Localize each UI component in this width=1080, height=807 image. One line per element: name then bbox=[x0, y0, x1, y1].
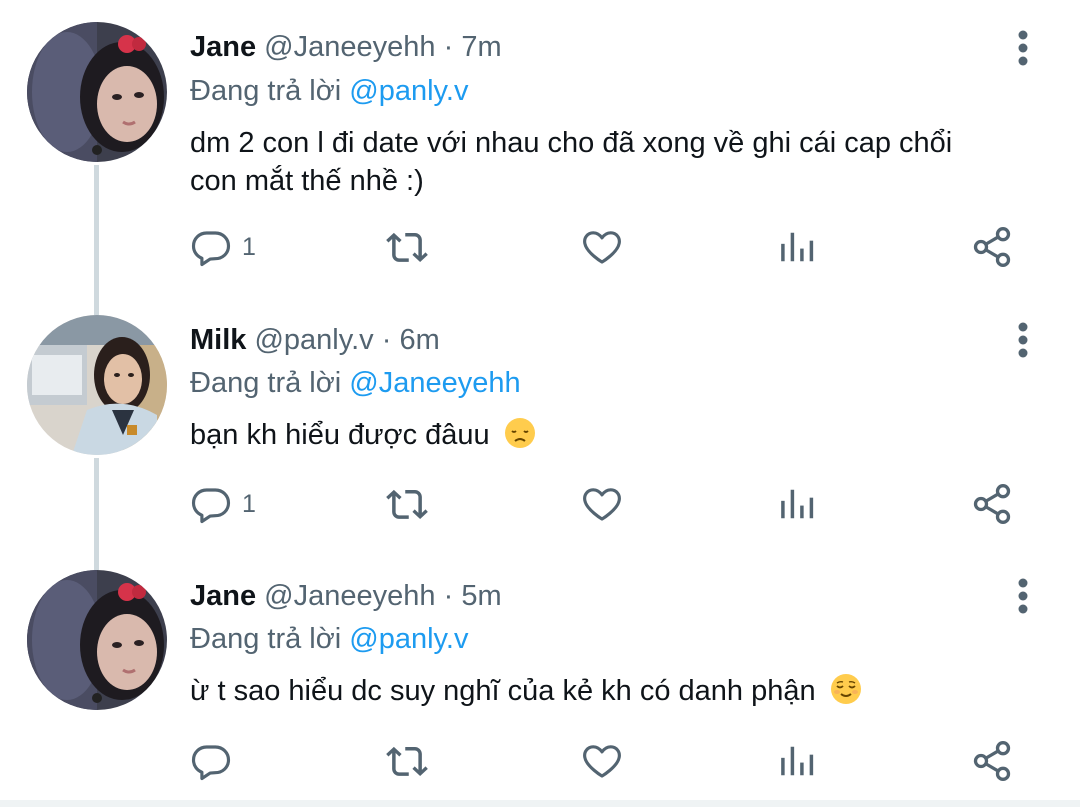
more-options-button[interactable] bbox=[1008, 576, 1038, 616]
retweet-icon bbox=[386, 746, 428, 777]
tweet-header: Jane @Janeeyehh · 5m bbox=[190, 579, 502, 613]
disappointed-face-emoji bbox=[504, 418, 535, 448]
tweet-text: dm 2 con l đi date với nhau cho đã xong … bbox=[190, 124, 1020, 200]
tweet-header: Milk @panly.v · 6m bbox=[190, 323, 440, 357]
timestamp[interactable]: 6m bbox=[399, 324, 439, 356]
share-button[interactable] bbox=[970, 222, 1014, 272]
timestamp[interactable]: 5m bbox=[461, 580, 501, 612]
relieved-face-emoji bbox=[830, 674, 861, 704]
avatar[interactable] bbox=[27, 22, 167, 162]
reply-icon bbox=[191, 488, 231, 524]
share-button[interactable] bbox=[970, 736, 1014, 786]
mention-link[interactable]: @panly.v bbox=[349, 75, 468, 107]
user-handle[interactable]: @Janeeyehh bbox=[264, 31, 435, 63]
mention-link[interactable]: @Janeeyehh bbox=[349, 367, 520, 399]
tweet[interactable]: Jane @Janeeyehh · 5m Đang trả lời @panly… bbox=[0, 560, 1080, 800]
separator-dot: · bbox=[443, 31, 454, 63]
retweet-button[interactable] bbox=[384, 479, 430, 529]
more-options-button[interactable] bbox=[1008, 28, 1038, 68]
views-button[interactable] bbox=[778, 736, 816, 786]
reply-button[interactable] bbox=[190, 736, 242, 786]
more-icon bbox=[1018, 578, 1028, 614]
share-icon bbox=[973, 741, 1011, 781]
divider bbox=[0, 800, 1080, 807]
tweet-text-line: dm 2 con l đi date với nhau cho đã xong … bbox=[190, 127, 953, 159]
retweet-button[interactable] bbox=[384, 736, 430, 786]
user-handle[interactable]: @panly.v bbox=[254, 324, 373, 356]
views-icon bbox=[781, 489, 814, 519]
reply-icon bbox=[191, 745, 231, 781]
reply-count: 1 bbox=[242, 489, 256, 518]
tweet[interactable]: Milk @panly.v · 6m Đang trả lời @Janeeye… bbox=[0, 300, 1080, 560]
replying-to: Đang trả lời @Janeeyehh bbox=[190, 366, 521, 400]
like-icon bbox=[583, 231, 621, 264]
tweet-text-line: con mắt thế nhề :) bbox=[190, 165, 424, 197]
replying-prefix: Đang trả lời bbox=[190, 623, 342, 655]
share-button[interactable] bbox=[970, 479, 1014, 529]
views-button[interactable] bbox=[778, 222, 816, 272]
retweet-icon bbox=[386, 232, 428, 263]
views-button[interactable] bbox=[778, 479, 816, 529]
action-bar: 1 bbox=[0, 479, 1080, 529]
tweet-text-line: bạn kh hiểu được đâuu bbox=[190, 419, 490, 451]
tweet-text: bạn kh hiểu được đâuu bbox=[190, 416, 1020, 454]
action-bar: 1 bbox=[0, 222, 1080, 272]
retweet-button[interactable] bbox=[384, 222, 430, 272]
views-icon bbox=[781, 232, 814, 262]
tweet[interactable]: Jane @Janeeyehh · 7m Đang trả lời @panly… bbox=[0, 0, 1080, 300]
tweet-text-line: ừ t sao hiểu dc suy nghĩ của kẻ kh có da… bbox=[190, 675, 816, 707]
action-bar bbox=[0, 736, 1080, 786]
separator-dot: · bbox=[443, 580, 454, 612]
separator-dot: · bbox=[381, 324, 392, 356]
tweet-text: ừ t sao hiểu dc suy nghĩ của kẻ kh có da… bbox=[190, 672, 1020, 710]
mention-link[interactable]: @panly.v bbox=[349, 623, 468, 655]
like-button[interactable] bbox=[580, 222, 624, 272]
like-icon bbox=[583, 745, 621, 778]
display-name[interactable]: Jane bbox=[190, 31, 256, 63]
display-name[interactable]: Jane bbox=[190, 580, 256, 612]
reply-icon bbox=[191, 231, 231, 267]
more-options-button[interactable] bbox=[1008, 320, 1038, 360]
reply-button[interactable]: 1 bbox=[190, 222, 256, 272]
share-icon bbox=[973, 484, 1011, 524]
like-button[interactable] bbox=[580, 479, 624, 529]
timestamp[interactable]: 7m bbox=[461, 31, 501, 63]
like-icon bbox=[583, 488, 621, 521]
reply-button[interactable]: 1 bbox=[190, 479, 256, 529]
display-name[interactable]: Milk bbox=[190, 324, 246, 356]
like-button[interactable] bbox=[580, 736, 624, 786]
avatar[interactable] bbox=[27, 315, 167, 455]
more-icon bbox=[1018, 30, 1028, 66]
user-handle[interactable]: @Janeeyehh bbox=[264, 580, 435, 612]
replying-prefix: Đang trả lời bbox=[190, 75, 342, 107]
replying-prefix: Đang trả lời bbox=[190, 367, 342, 399]
views-icon bbox=[781, 746, 814, 776]
replying-to: Đang trả lời @panly.v bbox=[190, 74, 468, 108]
share-icon bbox=[973, 227, 1011, 267]
reply-count: 1 bbox=[242, 232, 256, 261]
tweet-header: Jane @Janeeyehh · 7m bbox=[190, 30, 502, 64]
more-icon bbox=[1018, 322, 1028, 358]
replying-to: Đang trả lời @panly.v bbox=[190, 622, 468, 656]
avatar[interactable] bbox=[27, 570, 167, 710]
retweet-icon bbox=[386, 489, 428, 520]
